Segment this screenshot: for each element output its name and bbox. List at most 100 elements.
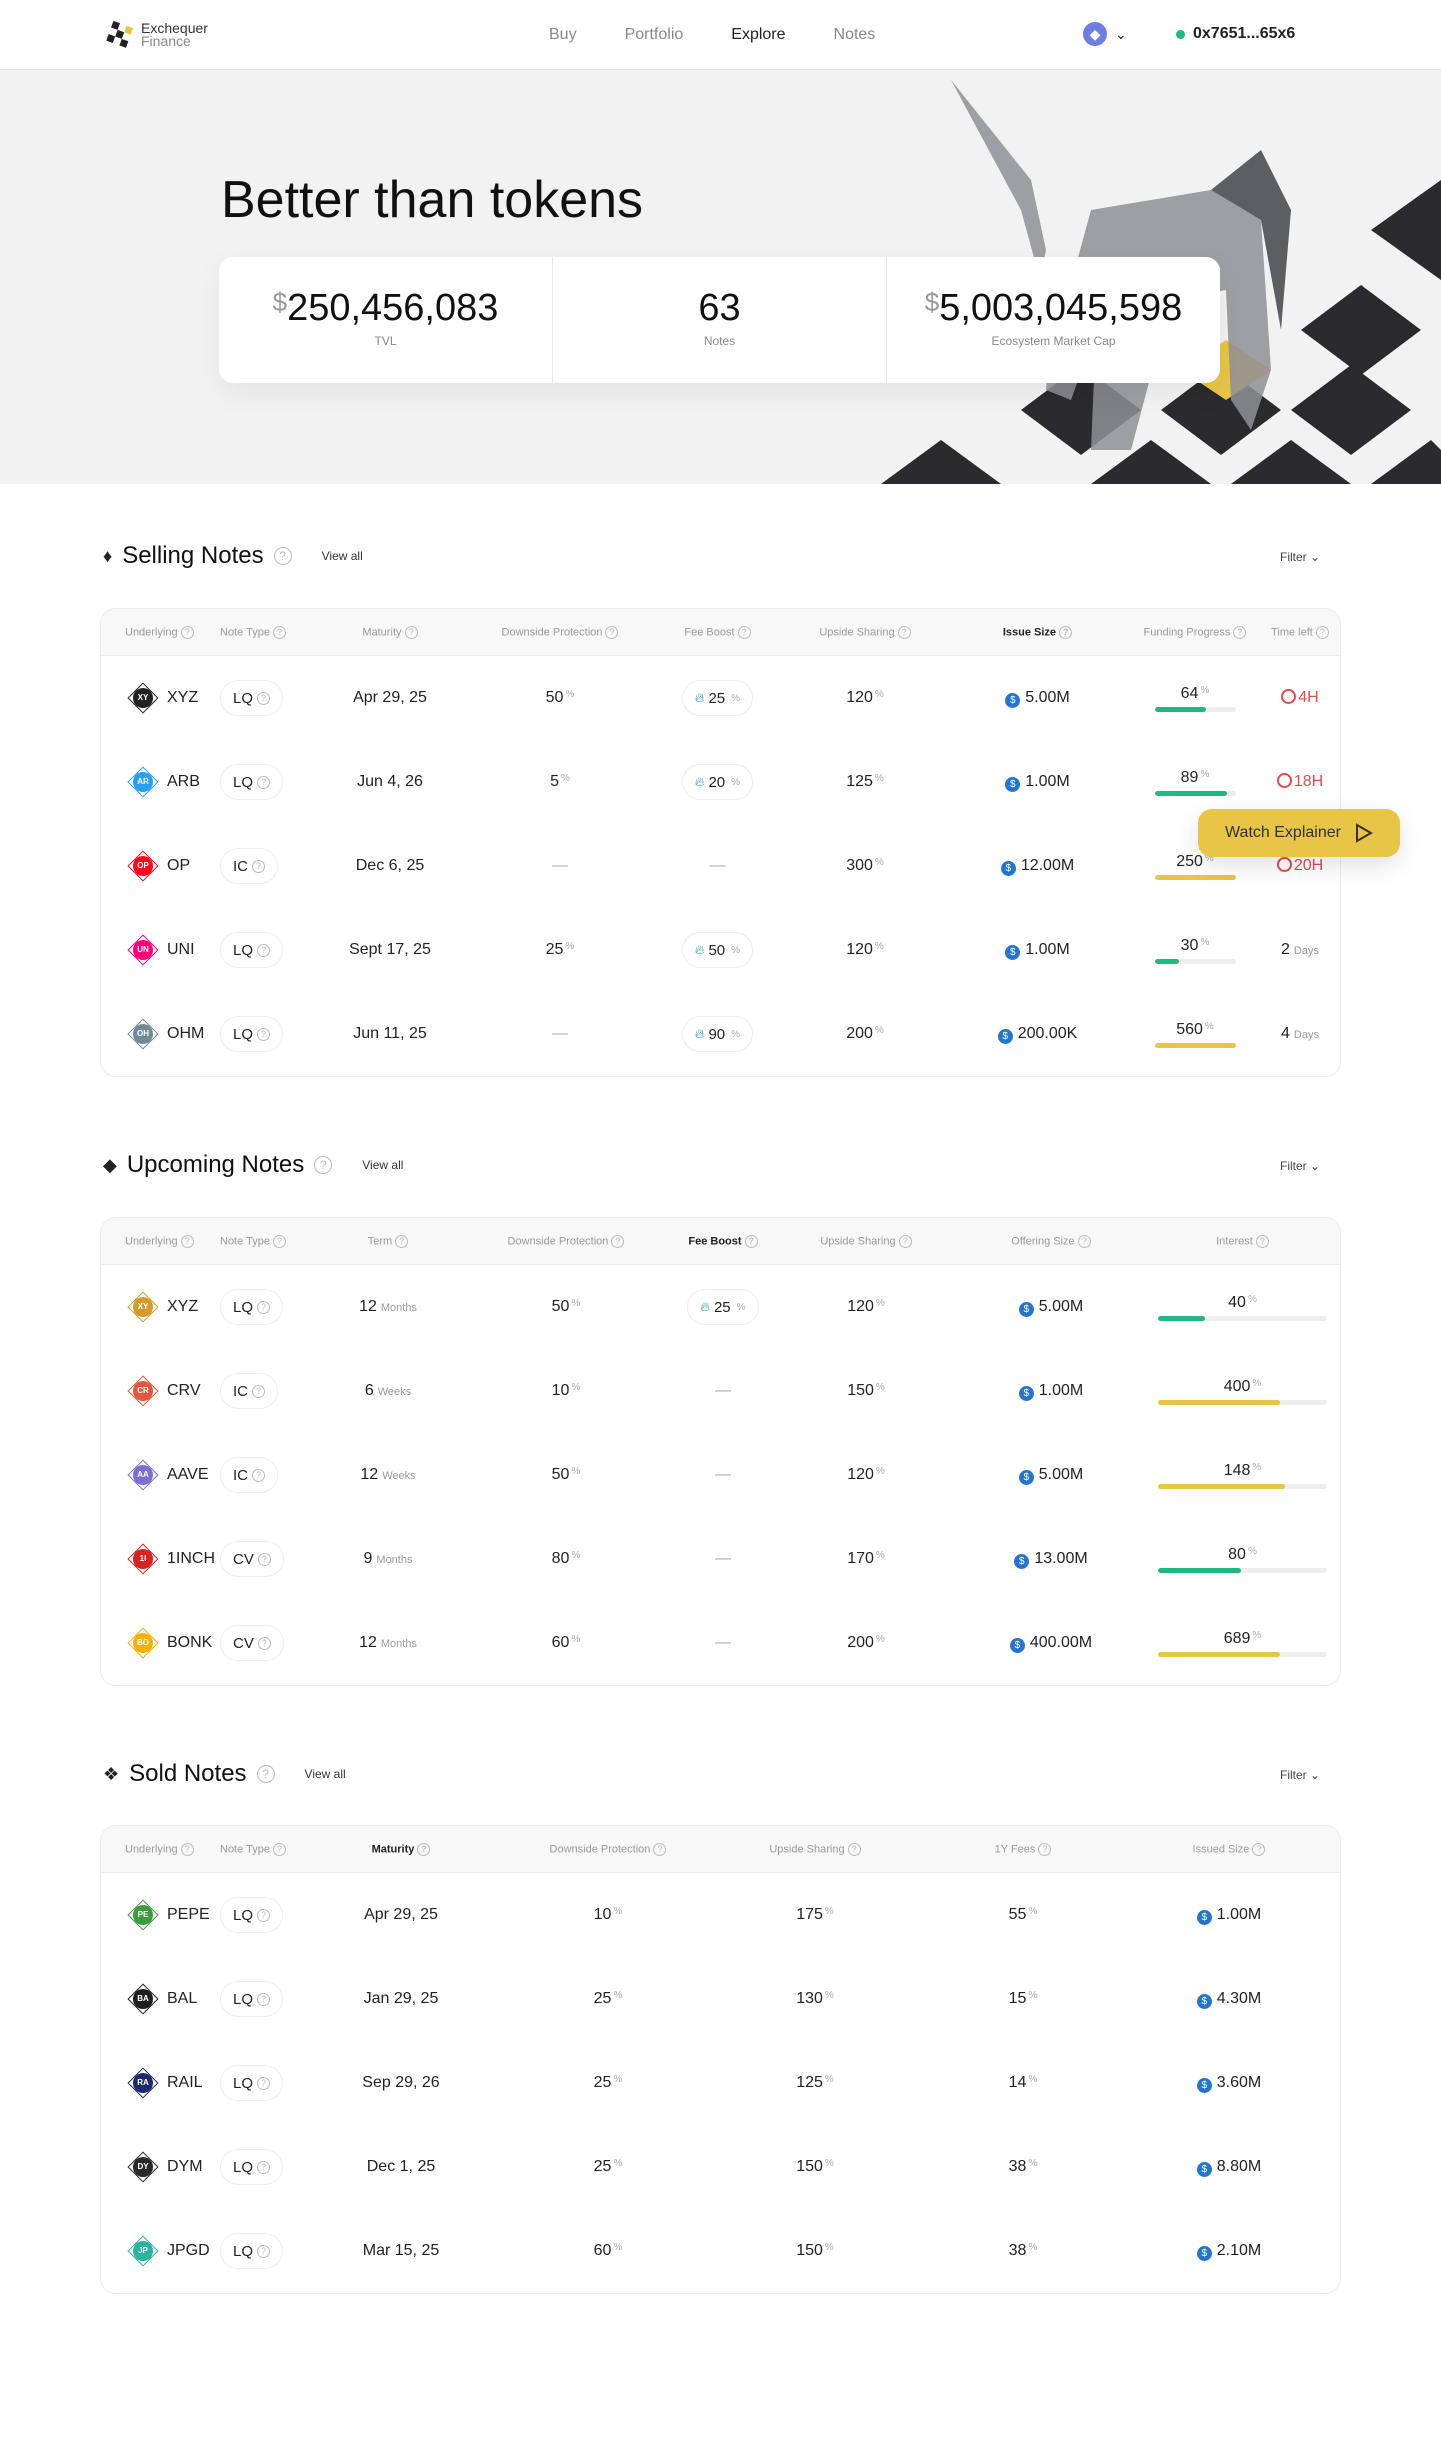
underlying-token[interactable]: CR CRV	[125, 1373, 220, 1409]
note-type-badge[interactable]: LQ?	[220, 2149, 284, 2185]
table-row[interactable]: JP JPGD LQ? Mar 15, 25 60% 150% 38% $2.10M	[101, 2209, 1340, 2293]
help-icon[interactable]: ?	[417, 1842, 431, 1856]
nav-notes[interactable]: Notes	[834, 26, 876, 44]
column-header[interactable]: Downside Protection ?	[492, 1842, 724, 1856]
help-icon[interactable]: ?	[898, 1234, 912, 1248]
column-header[interactable]: Downside Protection ?	[466, 1234, 666, 1248]
column-header[interactable]: Offering Size ?	[952, 1234, 1150, 1248]
column-header[interactable]: Funding Progress ?	[1130, 625, 1260, 639]
note-type-badge[interactable]: LQ?	[220, 1289, 284, 1325]
underlying-token[interactable]: JP JPGD	[125, 2233, 220, 2269]
column-header[interactable]: Term ?	[310, 1234, 466, 1248]
filter-dropdown[interactable]: Filter ⌄	[1280, 1159, 1320, 1173]
column-header[interactable]: Note Type ?	[220, 625, 310, 639]
help-icon[interactable]: ?	[180, 625, 194, 639]
help-icon[interactable]: ?	[257, 1908, 271, 1922]
note-type-badge[interactable]: LQ?	[220, 680, 284, 716]
column-header[interactable]: Downside Protection ?	[470, 625, 650, 639]
help-icon[interactable]: ?	[744, 1234, 758, 1248]
column-header[interactable]: Upside Sharing ?	[780, 1234, 952, 1248]
table-row[interactable]: AA AAVE IC? 12 Weeks 50% —120% $5.00M 148%	[101, 1433, 1340, 1517]
table-row[interactable]: 1I 1INCH CV? 9 Months 80% —170% $13.00M 80%	[101, 1517, 1340, 1601]
table-row[interactable]: OP OP IC? Dec 6, 25— —300% $12.00M 250% 20H	[101, 824, 1340, 908]
wallet-button[interactable]: 0x7651...65x6	[1176, 25, 1295, 43]
help-icon[interactable]: ?	[314, 1156, 333, 1174]
note-type-badge[interactable]: IC?	[220, 848, 278, 884]
help-icon[interactable]: ?	[257, 1992, 271, 2006]
help-icon[interactable]: ?	[257, 691, 271, 705]
help-icon[interactable]: ?	[273, 547, 292, 565]
help-icon[interactable]: ?	[180, 1234, 194, 1248]
table-row[interactable]: XY XYZ LQ? Apr 29, 25 50% 🔥︎ 25% 120% $5.00M 64% 4…	[101, 656, 1340, 740]
underlying-token[interactable]: RA RAIL	[125, 2065, 220, 2101]
note-type-badge[interactable]: LQ?	[220, 1897, 284, 1933]
underlying-token[interactable]: AR ARB	[125, 764, 220, 800]
table-row[interactable]: RA RAIL LQ? Sep 29, 26 25% 125% 14% $3.60M	[101, 2041, 1340, 2125]
column-header[interactable]: Fee Boost ?	[650, 625, 785, 639]
column-header[interactable]: Underlying ?	[125, 1234, 220, 1248]
note-type-badge[interactable]: LQ?	[220, 2065, 284, 2101]
help-icon[interactable]: ?	[252, 1384, 265, 1398]
note-type-badge[interactable]: CV?	[220, 1541, 284, 1577]
column-header[interactable]: Fee Boost ?	[666, 1234, 780, 1248]
underlying-token[interactable]: PE PEPE	[125, 1897, 220, 1933]
nav-portfolio[interactable]: Portfolio	[625, 26, 684, 44]
table-row[interactable]: UN UNI LQ? Sept 17, 25 25% 🔥︎ 50% 120% $1.00M 30%…	[101, 908, 1340, 992]
help-icon[interactable]: ?	[1077, 1234, 1091, 1248]
table-row[interactable]: BO BONK CV? 12 Months 60% —200% $400.00M 689%	[101, 1601, 1340, 1685]
column-header[interactable]: Underlying ?	[125, 1842, 220, 1856]
help-icon[interactable]: ?	[605, 625, 619, 639]
underlying-token[interactable]: OP OP	[125, 848, 220, 884]
note-type-badge[interactable]: LQ?	[220, 764, 284, 800]
help-icon[interactable]: ?	[257, 2244, 271, 2258]
help-icon[interactable]: ?	[257, 775, 271, 789]
help-icon[interactable]: ?	[1059, 625, 1073, 639]
help-icon[interactable]: ?	[257, 1636, 271, 1650]
underlying-token[interactable]: OH OHM	[125, 1016, 220, 1052]
note-type-badge[interactable]: LQ?	[220, 1981, 284, 2017]
view-all-link[interactable]: View all	[305, 1767, 346, 1781]
help-icon[interactable]: ?	[257, 2076, 271, 2090]
help-icon[interactable]: ?	[273, 625, 287, 639]
help-icon[interactable]: ?	[273, 1842, 287, 1856]
filter-dropdown[interactable]: Filter ⌄	[1280, 1768, 1320, 1782]
note-type-badge[interactable]: LQ?	[220, 932, 284, 968]
table-row[interactable]: PE PEPE LQ? Apr 29, 25 10% 175% 55% $1.00M	[101, 1873, 1340, 1957]
table-row[interactable]: BA BAL LQ? Jan 29, 25 25% 130% 15% $4.30M	[101, 1957, 1340, 2041]
note-type-badge[interactable]: LQ?	[220, 1016, 284, 1052]
view-all-link[interactable]: View all	[322, 549, 363, 563]
column-header[interactable]: Time left ?	[1260, 625, 1340, 639]
table-row[interactable]: AR ARB LQ? Jun 4, 26 5% 🔥︎ 20% 125% $1.00M 89% 18H	[101, 740, 1340, 824]
table-row[interactable]: DY DYM LQ? Dec 1, 25 25% 150% 38% $8.80M	[101, 2125, 1340, 2209]
column-header[interactable]: Underlying ?	[125, 625, 220, 639]
help-icon[interactable]: ?	[1252, 1842, 1266, 1856]
underlying-token[interactable]: BO BONK	[125, 1625, 220, 1661]
underlying-token[interactable]: 1I 1INCH	[125, 1541, 220, 1577]
underlying-token[interactable]: AA AAVE	[125, 1457, 220, 1493]
underlying-token[interactable]: UN UNI	[125, 932, 220, 968]
underlying-token[interactable]: XY XYZ	[125, 680, 220, 716]
help-icon[interactable]: ?	[653, 1842, 667, 1856]
network-selector[interactable]: ◆ ⌄	[1083, 22, 1127, 46]
note-type-badge[interactable]: LQ?	[220, 2233, 284, 2269]
column-header[interactable]: 1Y Fees ?	[906, 1842, 1140, 1856]
help-icon[interactable]: ?	[404, 625, 418, 639]
column-header[interactable]: Issue Size ?	[945, 625, 1130, 639]
table-row[interactable]: CR CRV IC? 6 Weeks 10% —150% $1.00M 400%	[101, 1349, 1340, 1433]
column-header[interactable]: Upside Sharing ?	[724, 1842, 906, 1856]
help-icon[interactable]: ?	[1038, 1842, 1052, 1856]
column-header[interactable]: Note Type ?	[220, 1842, 310, 1856]
help-icon[interactable]: ?	[257, 1300, 271, 1314]
help-icon[interactable]: ?	[256, 1765, 275, 1783]
help-icon[interactable]: ?	[1315, 625, 1329, 639]
help-icon[interactable]: ?	[252, 859, 265, 873]
note-type-badge[interactable]: IC?	[220, 1373, 278, 1409]
help-icon[interactable]: ?	[180, 1842, 194, 1856]
column-header[interactable]: Interest ?	[1150, 1234, 1335, 1248]
nav-buy[interactable]: Buy	[549, 26, 577, 44]
nav-explore[interactable]: Explore	[731, 26, 785, 44]
table-row[interactable]: XY XYZ LQ? 12 Months 50% 🔥︎ 25% 120% $5.00M 40%	[101, 1265, 1340, 1349]
table-row[interactable]: OH OHM LQ? Jun 11, 25— 🔥︎ 90% 200% $200.00K 560%…	[101, 992, 1340, 1076]
help-icon[interactable]: ?	[1233, 625, 1247, 639]
help-icon[interactable]: ?	[257, 1027, 271, 1041]
